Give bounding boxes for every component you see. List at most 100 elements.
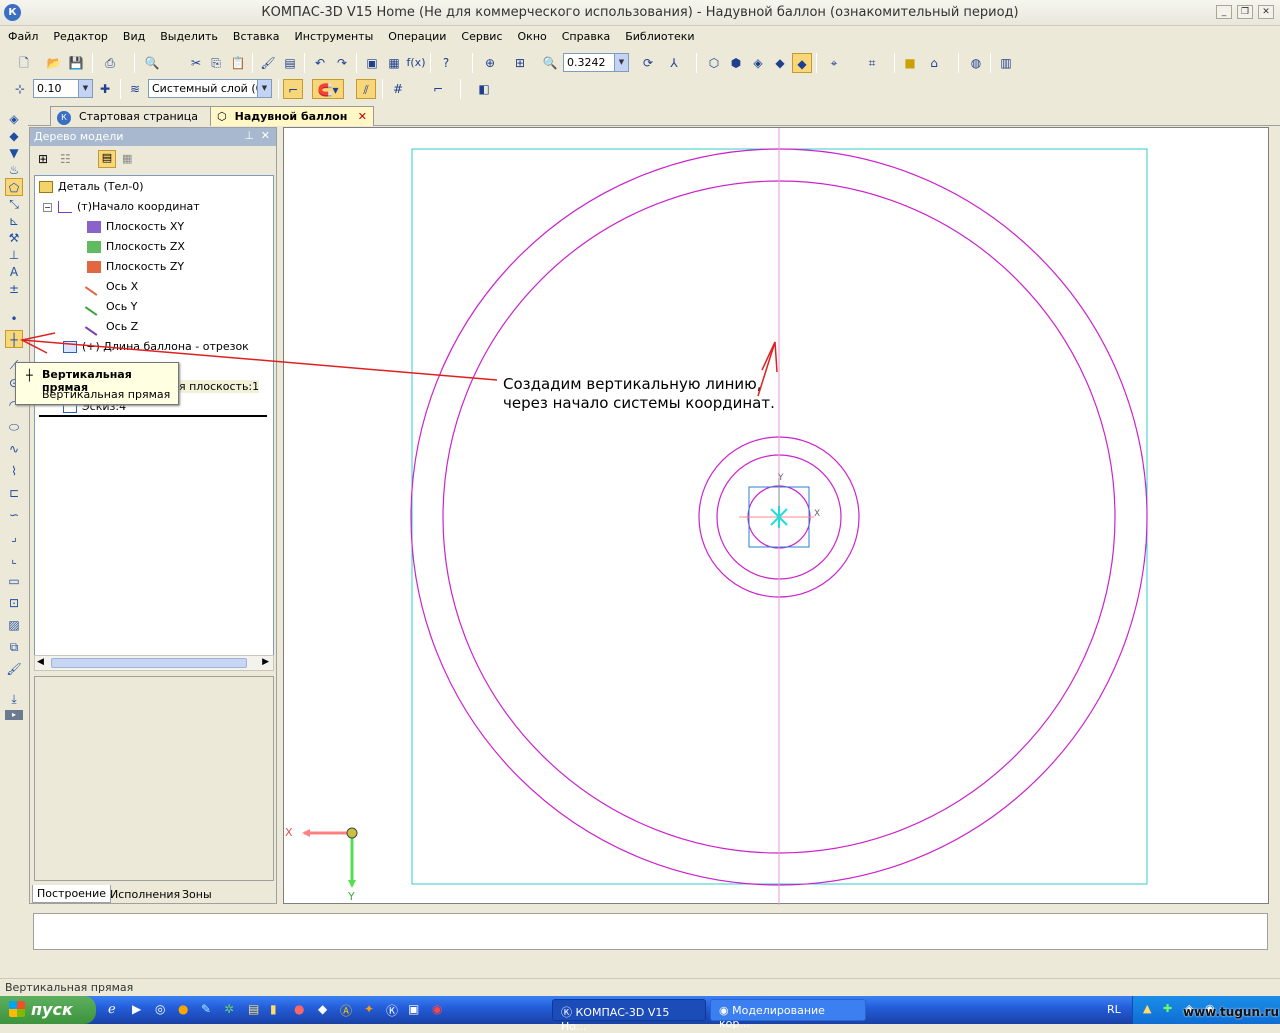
menu-tools[interactable]: Инструменты [287,27,381,43]
tree-node-root[interactable]: Деталь (Тел-0) [39,180,144,193]
tree-node-plane-zy[interactable]: Плоскость ZY [87,260,184,273]
copy-geom-icon[interactable]: ⧉ [5,638,23,656]
hidden-lines-icon[interactable]: ⬢ [726,53,746,73]
rotate-icon[interactable]: ⟳ [638,53,658,73]
layer-field[interactable]: Системный слой (0) ▼ [148,79,272,98]
parametric-icon[interactable]: ⫽ [356,79,376,99]
drawing-canvas[interactable]: Y X X Y [283,127,1269,905]
spatial-curves-icon[interactable]: ◆ [5,127,23,145]
params-icon[interactable]: ± [5,280,23,298]
restore-button[interactable]: ❐ [1237,5,1253,19]
chamfer-icon[interactable]: ⌟ [5,528,23,546]
tab-start-page[interactable]: К Стартовая страница [50,106,225,126]
orientation-icon[interactable]: ⅄ [664,53,684,73]
tree-structure-icon[interactable]: ⊞ [38,152,48,166]
tree-node-plane-xy[interactable]: Плоскость XY [87,220,184,233]
tree-mode-icon[interactable]: ▤ [98,150,116,168]
copy-icon[interactable]: ⎘ [206,53,226,73]
menu-edit[interactable]: Редактор [45,27,115,43]
avast-icon[interactable]: Ⓐ [340,1002,352,1019]
bezier-icon[interactable]: ∽ [5,506,23,524]
dimensions-icon[interactable]: ⤡ [5,195,23,213]
ortho-icon[interactable]: ⌐ [283,79,303,99]
tree-props-icon[interactable]: ▦ [122,152,132,165]
command-line[interactable] [33,913,1268,950]
measure-icon[interactable]: ⊾ [5,212,23,230]
kompas-quick-icon[interactable]: Ⓚ [386,1002,398,1019]
task-kompas[interactable]: Ⓚ КОМПАС-3D V15 Но... [552,999,706,1033]
symbols-icon[interactable]: A [5,263,23,281]
menu-help[interactable]: Справка [554,27,617,43]
layer-dropdown-icon[interactable]: ▼ [257,80,271,97]
point-icon[interactable]: • [5,310,23,328]
tray-icon-1[interactable]: ▲ [1143,1002,1151,1015]
expand-icon[interactable]: ▸ [5,710,23,720]
zoom-field[interactable]: 0.3242 ▼ [563,53,629,72]
tree-node-origin[interactable]: − (т)Начало координат [43,200,200,213]
ortho-mode-icon[interactable]: ⌐ [428,79,448,99]
shaded-icon[interactable]: ◆ [770,53,790,73]
language-indicator[interactable]: RL [1107,1003,1121,1016]
sketch-view-icon[interactable]: ◧ [474,79,494,99]
step-field[interactable]: 0.10 ▼ [33,79,93,98]
perspective-icon[interactable]: ⌖ [824,53,844,73]
opera-icon[interactable]: ● [294,1002,304,1016]
globe-icon[interactable]: ◍ [966,53,986,73]
cut-icon[interactable]: ✂ [186,53,206,73]
grid-icon[interactable]: # [388,79,408,99]
print-icon[interactable]: ⎙ [100,53,120,73]
step-dropdown-icon[interactable]: ▼ [78,80,92,97]
tab-close-icon[interactable]: ✕ [358,110,367,123]
menu-file[interactable]: Файл [0,27,45,43]
properties-icon[interactable]: ▤ [280,53,300,73]
doc-icon[interactable]: ▮ [270,1002,277,1016]
window-icon[interactable]: ▣ [408,1002,419,1016]
constraints-icon[interactable]: ⊥ [5,246,23,264]
vertical-line-icon[interactable]: ┼ [5,330,23,348]
media-icon[interactable]: ▶ [132,1002,141,1016]
select-icon[interactable]: ⚒ [5,229,23,247]
paste-icon[interactable]: 📋 [228,53,248,73]
hatch-icon[interactable]: ▨ [5,616,23,634]
zoom-all-icon[interactable]: ⊞ [510,53,530,73]
menu-service[interactable]: Сервис [453,27,509,43]
thin-lines-icon[interactable]: ◈ [748,53,768,73]
flash-icon[interactable]: ✦ [364,1002,374,1016]
menu-operations[interactable]: Операции [380,27,453,43]
zoom-window-icon[interactable]: ⊕ [480,53,500,73]
tab-document[interactable]: ⬡ Надувной баллон ✕ [210,106,374,126]
preview-icon[interactable]: 🔍 [142,53,162,73]
open-file-icon[interactable]: 📂 [44,53,64,73]
variables-icon[interactable]: f(x) [406,53,426,73]
tree-node-plane-partial[interactable]: я плоскость:1 [179,380,260,393]
new-file-icon[interactable]: 🗋 [14,53,34,73]
options-icon[interactable]: ▥ [996,53,1016,73]
network-icon[interactable]: ◎ [155,1002,165,1016]
tray-icon-2[interactable]: ✚ [1163,1002,1172,1015]
menu-select[interactable]: Выделить [152,27,225,43]
brush-icon[interactable]: 🖌 [5,660,23,678]
zoom-icon[interactable]: 🔍 [540,53,560,73]
scroll-thumb[interactable] [51,658,247,668]
panel-close-icon[interactable]: ✕ [261,129,270,142]
assembly-icon[interactable]: ⌂ [924,53,944,73]
tree-node-axis-x[interactable]: Ось X [84,278,138,296]
local-cs-icon[interactable]: ⊹ [10,79,30,99]
tab-construction[interactable]: Построение [32,885,112,903]
tree-scrollbar[interactable]: ◀ ▶ [34,655,274,671]
ie-icon[interactable]: ℯ [108,1002,116,1017]
section-icon[interactable]: ⌗ [862,53,882,73]
rectangle-icon[interactable]: ▭ [5,572,23,590]
nurbs-icon[interactable]: ⊏ [5,484,23,502]
firefox-icon[interactable]: ● [178,1002,188,1016]
task-browser[interactable]: ◉ Моделирование кор... [710,999,866,1030]
fillet-icon[interactable]: ⌞ [5,550,23,568]
start-button[interactable]: пуск [0,996,96,1024]
tab-zones[interactable]: Зоны [180,887,214,902]
shaded-edges-icon[interactable]: ◆ [792,53,812,73]
tree-node-axis-z[interactable]: Ось Z [84,318,138,336]
app-icon[interactable]: ◆ [318,1002,327,1016]
save-icon[interactable]: 💾 [66,53,86,73]
polyline-icon[interactable]: ⌇ [5,462,23,480]
ellipse-icon[interactable]: ⬭ [5,418,23,436]
